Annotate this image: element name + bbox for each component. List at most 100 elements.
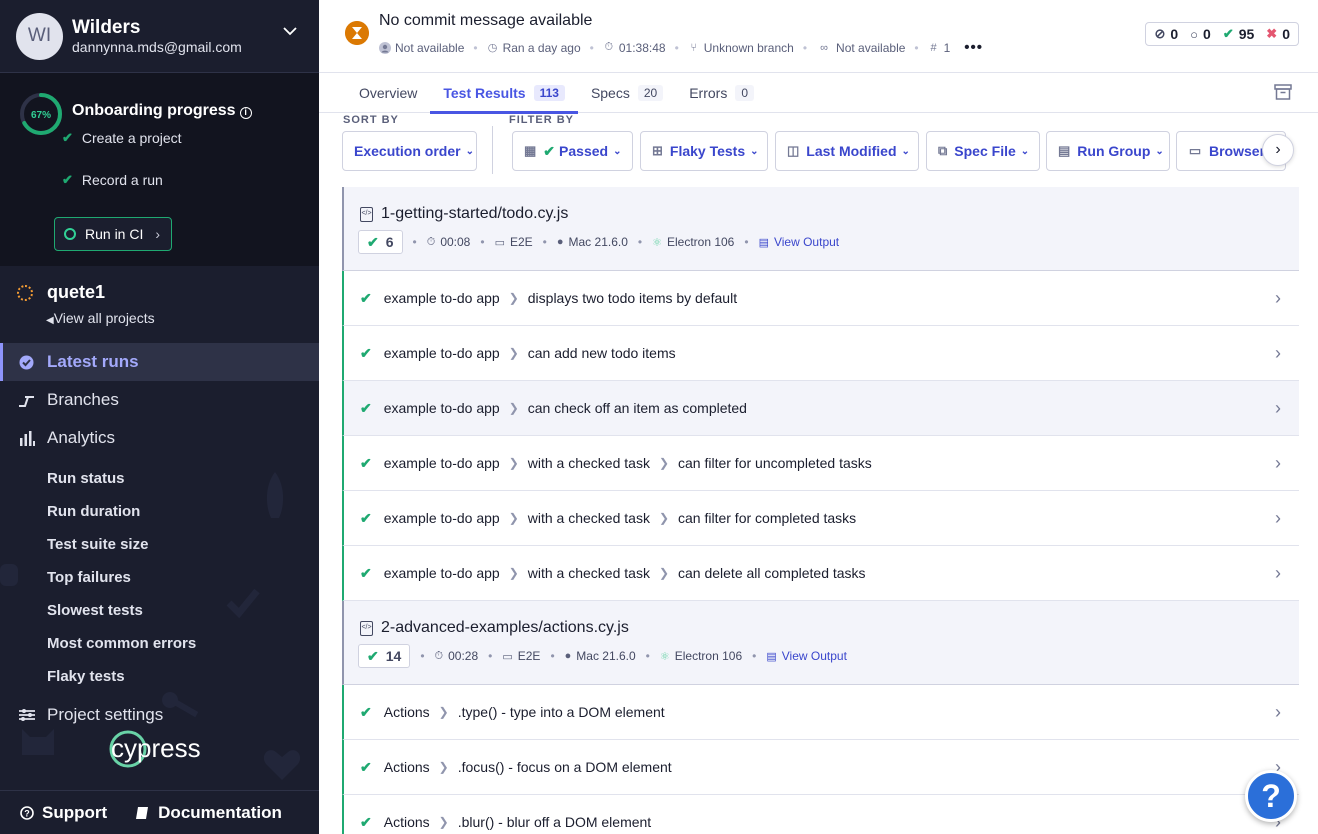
commit-link: ∞ Not available <box>816 41 905 55</box>
check-icon: ✔ <box>360 454 372 471</box>
apple-icon: ● <box>564 650 572 662</box>
cypress-logo-text: cypress <box>111 733 201 763</box>
spec-passed-value: 14 <box>385 648 402 664</box>
chevron-right-icon[interactable]: › <box>1275 288 1281 309</box>
run-header: No commit message available Not availabl… <box>319 0 1318 73</box>
running-spinner-icon <box>17 285 33 301</box>
scroll-right-button[interactable]: › <box>1262 134 1294 166</box>
chevron-right-icon[interactable]: › <box>1275 508 1281 529</box>
documentation-link[interactable]: Documentation <box>135 803 282 823</box>
test-row[interactable]: ✔ Actions ❯ .type() - type into a DOM eleme… <box>342 685 1299 740</box>
test-title-segment: can filter for completed tasks <box>678 510 857 526</box>
spec-group-header[interactable]: </> 2-advanced-examples/actions.cy.js ✔ 14 •… <box>342 601 1299 685</box>
flaky-filter-dropdown[interactable]: ⊞ Flaky Tests ⌄ <box>640 131 768 171</box>
test-row[interactable]: ✔ example to-do app ❯ can check off an item… <box>342 381 1299 436</box>
view-output-link[interactable]: ▤ View Output <box>759 235 840 249</box>
ran-time: ◷ Ran a day ago <box>487 41 581 55</box>
spec-passed-count: ✔ 14 <box>358 644 411 668</box>
check-icon: ✔ <box>360 703 372 720</box>
nav-flaky-tests[interactable]: Flaky tests <box>47 668 125 685</box>
tab-test-results[interactable]: Test Results 113 <box>430 73 578 114</box>
test-row[interactable]: ✔ example to-do app ❯ with a checked task ❯ c… <box>342 546 1299 601</box>
test-row[interactable]: ✔ example to-do app ❯ displays two todo ite… <box>342 271 1299 326</box>
chevron-right-icon: ❯ <box>508 291 519 305</box>
chevron-right-icon[interactable]: › <box>1275 702 1281 723</box>
filter-bar: SORT BY FILTER BY Execution order ⌄ ▦ ✔ Pas… <box>319 114 1318 180</box>
passed-count: ✔ 95 <box>1223 26 1254 42</box>
help-button[interactable]: ? <box>1245 770 1297 822</box>
grid-icon: ⊞ <box>652 143 663 158</box>
tab-errors[interactable]: Errors 0 <box>676 73 767 113</box>
onboarding-title-text: Onboarding progress <box>72 102 236 119</box>
nav-slowest-tests[interactable]: Slowest tests <box>47 602 143 619</box>
nav-most-common-errors[interactable]: Most common errors <box>47 635 196 652</box>
chevron-right-icon[interactable]: › <box>1275 563 1281 584</box>
user-name: Wilders <box>72 17 141 38</box>
chevron-right-icon: ❯ <box>508 456 519 470</box>
run-in-ci-button[interactable]: Run in CI › <box>54 217 172 251</box>
nav-analytics[interactable]: Analytics <box>0 419 319 457</box>
spec-file-name[interactable]: </> 2-advanced-examples/actions.cy.js <box>360 619 629 637</box>
tab-overview[interactable]: Overview <box>346 73 430 113</box>
spec-group-header[interactable]: </> 1-getting-started/todo.cy.js ✔ 6 • ⏱ 00:08… <box>342 187 1299 271</box>
view-all-projects-link[interactable]: ◀View all projects <box>46 310 155 326</box>
passed-count-value: 95 <box>1238 26 1255 42</box>
test-row[interactable]: ✔ example to-do app ❯ can add new todo item… <box>342 326 1299 381</box>
test-row[interactable]: ✔ Actions ❯ .blur() - blur off a DOM elemen… <box>342 795 1299 834</box>
link-icon: ∞ <box>820 41 828 54</box>
heart-decoration-icon <box>263 750 301 780</box>
spec-file-filter-dropdown[interactable]: ⧉ Spec File ⌄ <box>926 131 1040 171</box>
check-icon: ✔ <box>360 344 372 361</box>
test-row[interactable]: ✔ Actions ❯ .focus() - focus on a DOM eleme… <box>342 740 1299 795</box>
test-results-list: </> 1-getting-started/todo.cy.js ✔ 6 • ⏱ 00:08… <box>342 187 1299 834</box>
test-title-segment: .blur() - blur off a DOM element <box>457 814 652 830</box>
test-title-segment: can delete all completed tasks <box>678 565 866 581</box>
status-filter-dropdown[interactable]: ▦ ✔ Passed ⌄ <box>512 131 633 171</box>
chevron-down-icon: ⌄ <box>1020 145 1030 157</box>
check-icon: ✔ <box>367 647 379 664</box>
sidebar-footer: ? Support Documentation <box>0 790 319 834</box>
run-group-filter-dropdown[interactable]: ▤ Run Group ⌄ <box>1046 131 1170 171</box>
test-title-segment: Actions <box>383 759 430 775</box>
info-icon[interactable]: i <box>239 107 252 119</box>
nav-branches[interactable]: Branches <box>0 381 319 419</box>
chevron-down-icon: ⌄ <box>613 145 622 157</box>
archive-icon[interactable] <box>1274 84 1292 100</box>
caret-left-icon: ◀ <box>46 315 54 326</box>
nav-run-duration[interactable]: Run duration <box>47 503 140 520</box>
chevron-right-icon[interactable]: › <box>1275 453 1281 474</box>
tab-specs[interactable]: Specs 20 <box>578 73 676 113</box>
test-title-segment: Actions <box>383 814 430 830</box>
onboarding-step-label: Create a project <box>81 130 182 146</box>
chevron-down-icon[interactable] <box>283 24 297 38</box>
test-row[interactable]: ✔ example to-do app ❯ with a checked task ❯ c… <box>342 491 1299 546</box>
nav-run-status[interactable]: Run status <box>47 470 125 487</box>
sort-order-dropdown[interactable]: Execution order ⌄ <box>342 131 477 171</box>
monitor-icon: ▭ <box>494 236 505 249</box>
spec-file-name[interactable]: </> 1-getting-started/todo.cy.js <box>360 205 568 223</box>
chevron-right-icon[interactable]: › <box>1275 343 1281 364</box>
user-menu[interactable]: WI Wilders dannynna.mds@gmail.com <box>0 0 319 73</box>
user-email: dannynna.mds@gmail.com <box>72 39 242 55</box>
failed-count-value: 0 <box>1282 26 1290 42</box>
tab-specs-label: Specs <box>590 85 630 101</box>
last-modified-filter-dropdown[interactable]: ◫ Last Modified ⌄ <box>775 131 919 171</box>
chevron-right-icon: ❯ <box>658 566 669 580</box>
flaky-filter-label: Flaky Tests <box>669 143 746 159</box>
test-title-segment: example to-do app <box>383 290 500 306</box>
nav-top-failures[interactable]: Top failures <box>47 569 131 586</box>
test-row[interactable]: ✔ example to-do app ❯ with a checked task ❯ c… <box>342 436 1299 491</box>
browser-icon: ▭ <box>1188 143 1202 158</box>
commit-message: No commit message available <box>379 12 593 29</box>
spec-meta: ✔ 6 • ⏱ 00:08 • ▭ E2E • ● Mac 21.6.0 • ⚛ Electron 106… <box>358 230 839 254</box>
nav-test-suite-size[interactable]: Test suite size <box>47 536 148 553</box>
support-link[interactable]: ? Support <box>20 803 107 823</box>
chevron-right-icon[interactable]: › <box>1275 398 1281 419</box>
skipped-icon: ⊘ <box>1154 26 1166 41</box>
more-options-button[interactable]: ••• <box>964 39 983 56</box>
nav-latest-runs[interactable]: Latest runs <box>0 343 319 381</box>
view-output-link[interactable]: ▤ View Output <box>766 649 847 663</box>
stopwatch-icon: ⏱ <box>604 41 614 53</box>
divider <box>492 126 493 174</box>
support-label: Support <box>42 802 108 822</box>
